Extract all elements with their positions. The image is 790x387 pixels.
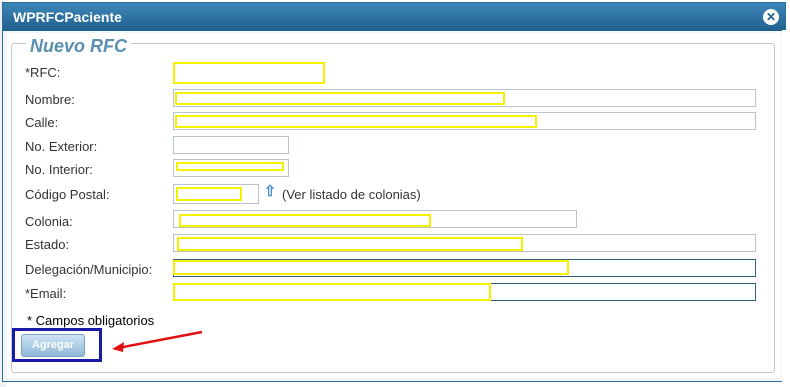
highlight-email <box>173 283 491 301</box>
titlebar: WPRFCPaciente ✕ <box>3 3 785 31</box>
highlight-rfc <box>173 62 325 84</box>
no-exterior-input[interactable] <box>173 136 289 154</box>
label-calle: Calle: <box>25 115 59 130</box>
label-email: *Email: <box>25 286 67 301</box>
label-colonia: Colonia: <box>25 214 73 229</box>
label-nombre: Nombre: <box>25 92 75 107</box>
ver-listado-link[interactable]: (Ver listado de colonias) <box>282 187 421 202</box>
highlight-colonia <box>179 214 431 227</box>
highlight-estado <box>177 237 523 251</box>
up-arrow-icon[interactable]: ⇧ <box>263 184 277 200</box>
agregar-button[interactable]: Agregar <box>21 334 85 357</box>
window-title: WPRFCPaciente <box>13 9 122 25</box>
red-arrow-icon <box>112 330 203 352</box>
label-no-exterior: No. Exterior: <box>25 139 98 154</box>
close-icon[interactable]: ✕ <box>763 9 779 25</box>
required-note: * Campos obligatorios <box>27 313 155 328</box>
right-margin <box>782 30 790 387</box>
highlight-nombre <box>175 92 505 105</box>
highlight-calle <box>175 115 537 128</box>
label-delegacion: Delegación/Municipio: <box>25 262 153 277</box>
highlight-codigo-postal <box>176 187 242 201</box>
highlight-no-interior <box>176 162 284 171</box>
form-legend: Nuevo RFC <box>26 36 132 57</box>
dialog-window: WPRFCPaciente ✕ Nuevo RFC *RFC: Nombre: … <box>2 2 786 382</box>
highlight-delegacion <box>173 260 569 275</box>
label-estado: Estado: <box>25 237 70 252</box>
label-no-interior: No. Interior: <box>25 162 93 177</box>
dialog-content: Nuevo RFC *RFC: Nombre: Calle: No. Exter… <box>7 33 781 378</box>
label-codigo-postal: Código Postal: <box>25 187 110 202</box>
label-rfc: *RFC: <box>25 65 61 80</box>
